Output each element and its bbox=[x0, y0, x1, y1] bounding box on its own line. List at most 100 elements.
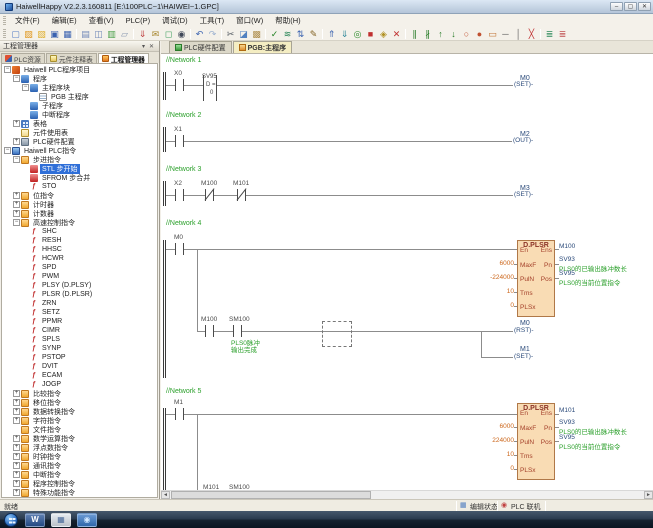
tree-item-32[interactable]: ƒPSTOP bbox=[2, 353, 157, 362]
undo-icon[interactable]: ↶ bbox=[193, 28, 206, 40]
start-button[interactable] bbox=[4, 513, 18, 527]
fblock-icon[interactable]: ▭ bbox=[486, 28, 499, 40]
input-value[interactable]: -224000 bbox=[474, 274, 514, 281]
expand-icon[interactable]: + bbox=[13, 435, 20, 442]
tree-item-16[interactable]: +计数器 bbox=[2, 209, 157, 218]
download-plc-icon[interactable]: ⇓ bbox=[338, 28, 351, 40]
menu-item-2[interactable]: 查看(V) bbox=[83, 15, 120, 27]
panel-menu-button[interactable]: ▾ bbox=[140, 43, 147, 50]
input-value[interactable]: 0 bbox=[474, 302, 514, 309]
clear-icon[interactable]: ✕ bbox=[390, 28, 403, 40]
contact-nc[interactable] bbox=[205, 189, 214, 201]
print-preview-icon[interactable]: ◫ bbox=[92, 28, 105, 40]
vwire-icon[interactable]: │ bbox=[512, 28, 525, 40]
insert-network-icon[interactable]: ≣ bbox=[543, 28, 556, 40]
tree-item-30[interactable]: ƒSPLS bbox=[2, 335, 157, 344]
find-icon[interactable]: ◉ bbox=[175, 28, 188, 40]
contact[interactable] bbox=[205, 325, 214, 337]
delete-wire-icon[interactable]: ╳ bbox=[525, 28, 538, 40]
expand-icon[interactable]: + bbox=[13, 192, 20, 199]
word-icon[interactable]: W bbox=[25, 513, 45, 527]
expand-icon[interactable]: + bbox=[13, 417, 20, 424]
save-all-icon[interactable]: ▦ bbox=[61, 28, 74, 40]
sidebar-tab-0[interactable]: PLC资源 bbox=[1, 53, 45, 63]
tree-item-5[interactable]: 中断程序 bbox=[2, 110, 157, 119]
tree-item-42[interactable]: +浮点数指令 bbox=[2, 443, 157, 452]
monitor-icon[interactable]: ◻ bbox=[162, 28, 175, 40]
tree-item-33[interactable]: ƒDVIT bbox=[2, 362, 157, 371]
print-icon[interactable]: ▤ bbox=[79, 28, 92, 40]
menu-item-3[interactable]: PLC(P) bbox=[120, 15, 157, 27]
tree-item-24[interactable]: ƒPLSY (D.PLSY) bbox=[2, 281, 157, 290]
menu-item-4[interactable]: 调试(D) bbox=[156, 15, 193, 27]
contact[interactable] bbox=[175, 243, 184, 255]
scroll-right-button[interactable]: ► bbox=[644, 491, 653, 499]
tree-item-20[interactable]: ƒHHSC bbox=[2, 245, 157, 254]
add-file-icon[interactable]: ▧ bbox=[35, 28, 48, 40]
coil[interactable]: (SET)- bbox=[513, 81, 534, 88]
expand-icon[interactable]: + bbox=[13, 201, 20, 208]
online-icon[interactable]: ◎ bbox=[351, 28, 364, 40]
contact[interactable] bbox=[175, 189, 184, 201]
tree-item-3[interactable]: PGB 主程序 bbox=[2, 92, 157, 101]
tree-item-26[interactable]: ƒZRN bbox=[2, 299, 157, 308]
tree-item-13[interactable]: ƒSTO bbox=[2, 182, 157, 191]
tree-item-37[interactable]: +移位指令 bbox=[2, 398, 157, 407]
new-icon[interactable]: ▢ bbox=[9, 28, 22, 40]
function-block[interactable]: D.PLSR En Ens MaxF Pn PulN Pos Tms PLSx bbox=[517, 403, 555, 480]
tree-item-15[interactable]: +计时器 bbox=[2, 200, 157, 209]
tree-item-31[interactable]: ƒSYNP bbox=[2, 344, 157, 353]
contact[interactable] bbox=[175, 79, 184, 91]
tree-item-39[interactable]: +字符指令 bbox=[2, 416, 157, 425]
tree-item-29[interactable]: ƒCIMR bbox=[2, 326, 157, 335]
close-button[interactable]: ✕ bbox=[638, 2, 651, 11]
input-value[interactable]: 0 bbox=[474, 465, 514, 472]
tree-item-6[interactable]: +表格 bbox=[2, 119, 157, 128]
sidebar-tab-1[interactable]: 元件注释表 bbox=[46, 53, 97, 63]
editor-tab-1[interactable]: PGB:主程序 bbox=[233, 41, 293, 53]
menu-item-5[interactable]: 工具(T) bbox=[194, 15, 231, 27]
tree-item-12[interactable]: SFROM 步合并 bbox=[2, 173, 157, 182]
tree-item-18[interactable]: ƒSHC bbox=[2, 227, 157, 236]
redo-icon[interactable]: ↷ bbox=[206, 28, 219, 40]
coil[interactable]: (OUT)- bbox=[512, 137, 534, 144]
tree-item-38[interactable]: +数据转换指令 bbox=[2, 407, 157, 416]
collapse-icon[interactable]: − bbox=[13, 75, 20, 82]
menu-item-0[interactable]: 文件(F) bbox=[9, 15, 46, 27]
tree-item-23[interactable]: ƒPWM bbox=[2, 272, 157, 281]
tree-item-44[interactable]: +通讯指令 bbox=[2, 461, 157, 470]
tree-item-14[interactable]: +位指令 bbox=[2, 191, 157, 200]
export-icon[interactable]: ▥ bbox=[105, 28, 118, 40]
compile-icon[interactable]: ✓ bbox=[268, 28, 281, 40]
tree-item-1[interactable]: −程序 bbox=[2, 74, 157, 83]
contact[interactable] bbox=[175, 408, 184, 420]
contact-nc[interactable] bbox=[237, 189, 246, 201]
expand-icon[interactable]: + bbox=[13, 408, 20, 415]
scrollbar-thumb[interactable] bbox=[171, 491, 371, 499]
expand-icon[interactable]: + bbox=[13, 480, 20, 487]
tree-item-28[interactable]: ƒPPMR bbox=[2, 317, 157, 326]
input-value[interactable]: 10 bbox=[474, 288, 514, 295]
input-value[interactable]: 6000 bbox=[474, 260, 514, 267]
contact-nc-icon[interactable]: ∦ bbox=[421, 28, 434, 40]
edit-tool-icon[interactable]: ✎ bbox=[307, 28, 320, 40]
expand-icon[interactable]: + bbox=[13, 489, 20, 496]
coil[interactable]: (RST)- bbox=[513, 327, 535, 334]
download-icon[interactable]: ⇓ bbox=[136, 28, 149, 40]
tree-item-0[interactable]: −Haiwell PLC程序项目 bbox=[2, 65, 157, 74]
copy-icon[interactable]: ◪ bbox=[237, 28, 250, 40]
mail-icon[interactable]: ✉ bbox=[149, 28, 162, 40]
haiwellhappy-icon[interactable]: ◉ bbox=[77, 513, 97, 527]
page-setup-icon[interactable]: ▱ bbox=[118, 28, 131, 40]
tree-item-21[interactable]: ƒHCWR bbox=[2, 254, 157, 263]
tree-item-47[interactable]: +特殊功能指令 bbox=[2, 488, 157, 497]
collapse-icon[interactable]: − bbox=[22, 84, 29, 91]
collapse-icon[interactable]: − bbox=[4, 66, 11, 73]
tree-item-4[interactable]: 子程序 bbox=[2, 101, 157, 110]
tree-item-27[interactable]: ƒSETZ bbox=[2, 308, 157, 317]
coil-icon[interactable]: ○ bbox=[460, 28, 473, 40]
menu-item-1[interactable]: 编辑(E) bbox=[46, 15, 83, 27]
expand-icon[interactable]: + bbox=[13, 210, 20, 217]
tree-item-43[interactable]: +时钟指令 bbox=[2, 452, 157, 461]
save-icon[interactable]: ▣ bbox=[48, 28, 61, 40]
